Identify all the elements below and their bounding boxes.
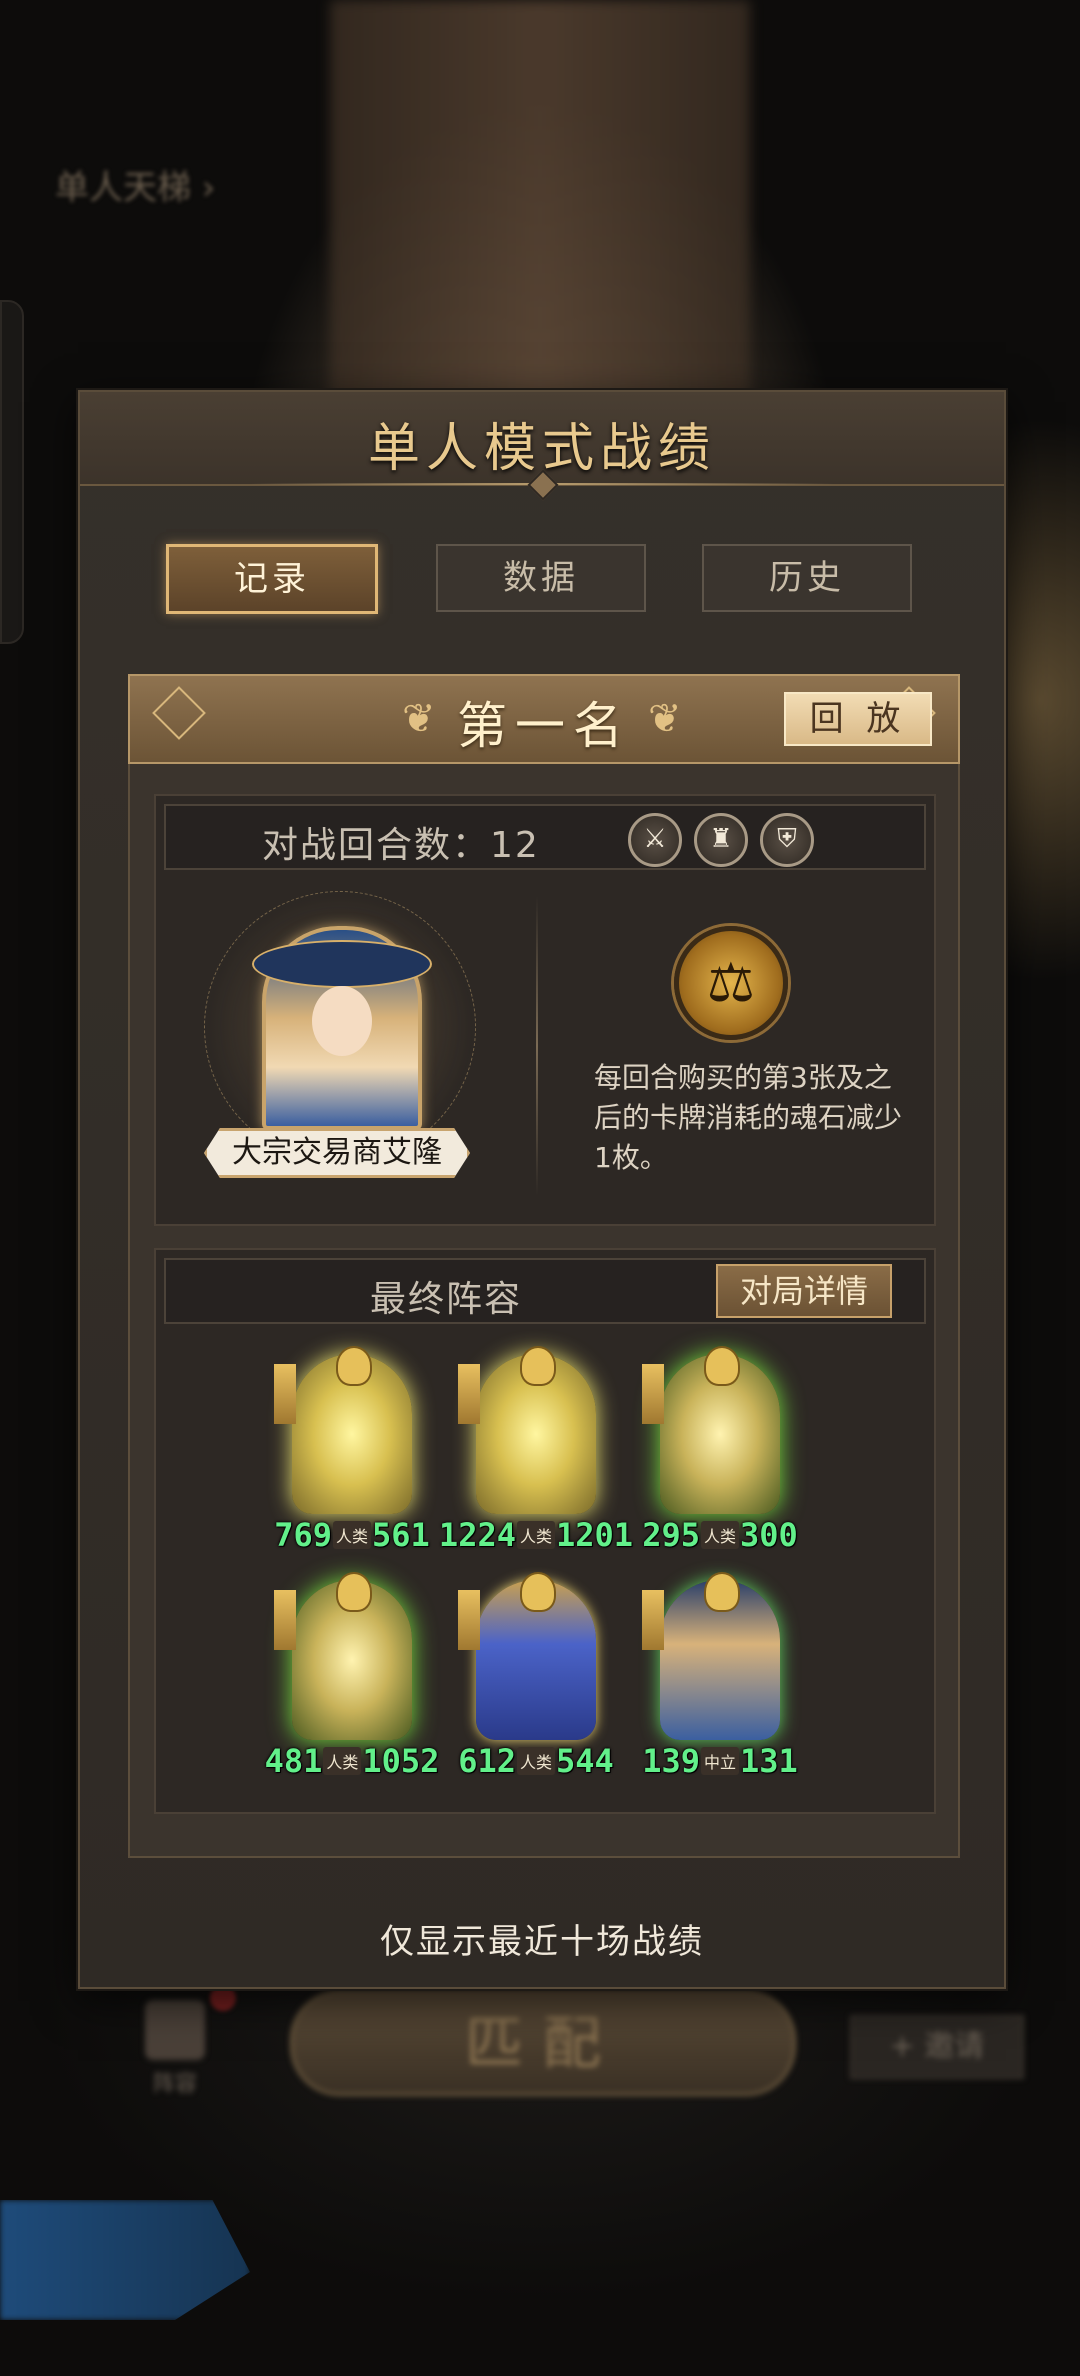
unit-health: 1052	[362, 1742, 440, 1780]
background-invite-button: + 邀请	[850, 2015, 1024, 2079]
tab-record[interactable]: 记录	[166, 544, 378, 614]
unit-card[interactable]: 295 人类 300	[640, 1346, 800, 1554]
unit-tier-tag	[642, 1590, 664, 1650]
rounds-bar: 对战回合数：12 ⚔ ♜ ⛨	[164, 804, 926, 870]
tab-data[interactable]: 数据	[436, 544, 646, 612]
unit-stats: 139 中立 131	[620, 1742, 820, 1782]
unit-crest-icon	[704, 1346, 740, 1386]
unit-card[interactable]: 481 人类 1052	[265, 1572, 439, 1780]
header-ornament-right	[554, 483, 834, 485]
unit-health: 300	[740, 1516, 798, 1554]
background-mode-label: 单人天梯 ›	[55, 168, 216, 208]
rank-banner: ❦ 第一名 ❦ 回 放	[128, 674, 960, 764]
unit-crest-icon	[336, 1346, 372, 1386]
unit-race: 人类	[516, 1747, 555, 1775]
hero-face	[312, 986, 372, 1056]
match-detail-button[interactable]: 对局详情	[716, 1264, 892, 1318]
skill-description: 每回合购买的第3张及之后的卡牌消耗的魂石减少1枚。	[594, 1061, 903, 1174]
unit-race: 人类	[700, 1521, 739, 1549]
unit-card[interactable]: 769 人类 561	[272, 1346, 432, 1554]
lineup-title: 最终阵容	[369, 1279, 522, 1320]
unit-crest-icon	[520, 1572, 556, 1612]
unit-tier-tag	[458, 1590, 480, 1650]
rounds-count: 对战回合数：12	[262, 825, 540, 866]
unit-health: 561	[372, 1516, 430, 1554]
unit-race: 人类	[516, 1521, 555, 1549]
unit-crest-icon	[520, 1346, 556, 1386]
unit-card[interactable]: 1224 人类 1201	[439, 1346, 633, 1554]
hero-info-box: 对战回合数：12 ⚔ ♜ ⛨ 大宗交易商艾隆 ⚖ 每回合购买的第3张及之后的卡牌…	[154, 794, 936, 1226]
unit-attack: 139	[642, 1742, 700, 1780]
unit-health: 544	[556, 1742, 614, 1780]
unit-card[interactable]: 139 中立 131	[640, 1572, 800, 1780]
laurel-right-icon: ❦	[648, 696, 682, 742]
unit-tier-tag	[642, 1364, 664, 1424]
unit-stats: 1224 人类 1201	[436, 1516, 636, 1556]
unit-stats: 612 人类 544	[436, 1742, 636, 1782]
unit-attack: 612	[458, 1742, 516, 1780]
unit-attack: 481	[264, 1742, 323, 1780]
balance-scale-icon[interactable]: ⚖	[674, 926, 788, 1040]
lineup-icon	[145, 2000, 205, 2060]
unit-attack: 1224	[438, 1516, 516, 1554]
unit-stats: 295 人类 300	[620, 1516, 820, 1556]
sword-icon[interactable]: ⚔	[628, 813, 682, 867]
unit-race: 人类	[332, 1521, 371, 1549]
background-lineup-button: 阵容	[135, 2000, 215, 2100]
modal-header: 单人模式战绩	[80, 392, 1004, 501]
unit-tier-tag	[458, 1364, 480, 1424]
info-divider	[536, 896, 538, 1196]
lineup-box: 最终阵容 对局详情 769 人类 561 1224 人类 1201 295 人类…	[154, 1248, 936, 1814]
header-ornament-left	[250, 483, 530, 485]
hero-name: 大宗交易商艾隆	[204, 1128, 470, 1178]
unit-health: 131	[740, 1742, 798, 1780]
unit-race: 中立	[700, 1747, 739, 1775]
background-lineup-label: 阵容	[152, 2072, 197, 2097]
replay-button[interactable]: 回 放	[784, 692, 932, 746]
unit-crest-icon	[704, 1572, 740, 1612]
unit-crest-icon	[336, 1572, 372, 1612]
hero-hat	[252, 940, 432, 988]
modal-title: 单人模式战绩	[367, 419, 716, 479]
battle-record-modal: 单人模式战绩 记录 数据 历史 ❦ 第一名 ❦ 回 放 对战回合数：12 ⚔ ♜…	[78, 390, 1006, 1989]
background-match-button: 匹配	[290, 1990, 796, 2096]
tab-history[interactable]: 历史	[702, 544, 912, 612]
hero-portrait[interactable]	[252, 926, 432, 1130]
armor-icon[interactable]: ♜	[694, 813, 748, 867]
lineup-bar: 最终阵容 对局详情	[164, 1258, 926, 1324]
shield-icon[interactable]: ⛨	[760, 813, 814, 867]
unit-tier-tag	[274, 1364, 296, 1424]
record-card: ❦ 第一名 ❦ 回 放 对战回合数：12 ⚔ ♜ ⛨ 大宗交易商艾隆 ⚖ 每回合…	[128, 674, 960, 1858]
unit-tier-tag	[274, 1590, 296, 1650]
unit-attack: 295	[642, 1516, 700, 1554]
footer-note: 仅显示最近十场战绩	[380, 1922, 704, 1962]
unit-card[interactable]: 612 人类 544	[456, 1572, 616, 1780]
unit-stats: 769 人类 561	[252, 1516, 452, 1556]
unit-race: 人类	[323, 1747, 362, 1775]
background-sidebar	[0, 300, 24, 644]
unit-attack: 769	[274, 1516, 332, 1554]
unit-stats: 481 人类 1052	[252, 1742, 452, 1782]
